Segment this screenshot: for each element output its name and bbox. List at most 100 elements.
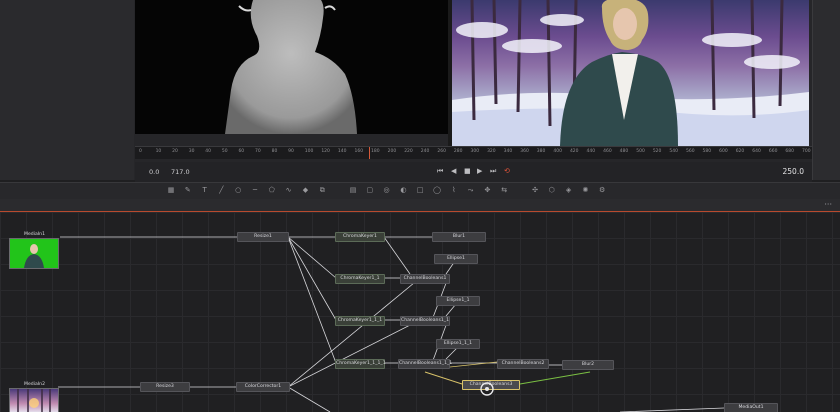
polygon-icon[interactable]: ⬠ [267,185,277,195]
circle-icon[interactable]: ○ [233,185,243,195]
merge-icon[interactable]: ⧉ [317,185,327,195]
panel-options-menu[interactable]: ··· [824,200,832,209]
forest-thumbnail-icon [17,389,51,412]
node-blur2[interactable]: Blur2 [562,360,614,370]
render-end-time[interactable]: 717.0 [171,168,190,176]
ruler-tick-label: 480 [619,149,629,154]
brush-icon[interactable]: ╱ [216,185,226,195]
ruler-tick-label: 680 [785,149,795,154]
node-chromakeyer1-1-1-1[interactable]: ChromaKeyer1_1_1_1 [335,359,386,369]
bg-icon[interactable]: ▦ [166,185,176,195]
node-panel-header: ··· [0,199,840,212]
node-channelbooleans1-1[interactable]: ChannelBooleans1_1 [400,316,450,326]
step-back-button[interactable]: ◀ [451,167,456,175]
rect-icon[interactable]: □ [415,185,425,195]
mediain1-label: MediaIn1 [24,232,45,237]
ruler-tick-label: 520 [652,149,662,154]
ruler-tick-label: 580 [702,149,712,154]
node-chromakeyer1[interactable]: ChromaKeyer1 [335,232,385,242]
light-icon[interactable]: ✺ [580,185,590,195]
bezier-icon[interactable]: ∿ [284,185,294,195]
cursor-icon [480,382,494,396]
ruler-tick-label: 660 [768,149,778,154]
ruler-tick-label: 50 [221,149,228,154]
current-frame[interactable]: 250.0 [783,167,804,176]
node-chromakeyer1-1[interactable]: ChromaKeyer1_1 [335,274,385,284]
node-resize3[interactable]: Resize3 [140,382,190,392]
node-blur1[interactable]: Blur1 [432,232,486,242]
ruler-tick-label: 320 [487,149,496,154]
ruler-tick-label: 360 [520,149,529,154]
ruler-tick-label: 620 [735,149,745,154]
node-channelbooleans1[interactable]: ChannelBooleans1 [400,274,450,284]
node-mediaout1[interactable]: MediaOut1 [724,403,778,412]
3d-icon[interactable]: ⬡ [547,185,557,195]
ruler-tick-label: 20 [172,149,178,154]
particle-icon[interactable]: ✣ [530,185,540,195]
start-time[interactable]: 0.0 [149,168,159,176]
node-channelbooleans1-1-1[interactable]: ChannelBooleans1_1_1 [398,359,452,369]
node-ellipse1-1-1[interactable]: Ellipse1_1_1 [436,339,480,349]
mediain1-thumbnail[interactable] [9,238,59,269]
line-icon[interactable]: ─ [250,185,260,195]
xspline-icon[interactable]: ⤳ [466,185,476,195]
node-channelbooleans2[interactable]: ChannelBooleans2 [497,359,549,369]
paint-icon[interactable]: ✎ [183,185,193,195]
playhead[interactable] [368,147,370,159]
ruler-tick-label: 500 [636,149,645,154]
ruler-tick-label: 700 [802,149,811,154]
tools-toolbar: ▦ ✎ T ╱ ○ ─ ⬠ ∿ ◆ ⧉ ▤ ▢ ◎ ◐ □ ◯ ⌇ ⤳ ✥ ⇆ ✣ ⬡ ◈ ✺ ⚙ [0,182,840,200]
ruler-tick-label: 180 [371,149,380,154]
timeline-ruler[interactable]: 0 10 20 30 40 50 60 70 80 90 100 120 140 160 180 200 220… [135,146,812,159]
ruler-tick-label: 140 [337,149,347,154]
camera-icon[interactable]: ◎ [382,185,392,195]
node-chromakeyer1-1-1[interactable]: ChromaKeyer1_1_1 [335,316,385,326]
mediain2-thumbnail[interactable] [9,388,59,412]
node-connections [58,236,725,412]
ruler-tick-label: 60 [238,149,245,154]
ruler-tick-label: 90 [288,149,294,154]
settings-icon[interactable]: ⚙ [597,185,607,195]
ruler-tick-label: 420 [569,149,579,154]
ellipse-icon[interactable]: ◯ [432,185,442,195]
ruler-tick-label: 560 [685,149,695,154]
viewer-right-composite[interactable] [452,0,809,146]
node-ellipse1-1[interactable]: Ellipse1_1 [436,296,480,306]
skip-start-button[interactable]: ⏮ [437,167,443,176]
ruler-tick-label: 240 [420,149,430,154]
ruler-tick-label: 600 [719,149,728,154]
ruler-tick-label: 540 [669,149,678,154]
node-editor[interactable]: MediaIn1 Resize1 ChromaKeyer1 Blur1 Elli… [0,212,840,412]
node-ellipse1[interactable]: Ellipse1 [434,254,478,264]
warp-icon[interactable]: ⇆ [499,185,509,195]
composite-forest-scene [452,0,809,146]
loop-button[interactable]: ⟲ [504,167,510,175]
screen-icon[interactable]: ▢ [365,185,375,195]
ruler-tick-label: 640 [752,149,761,154]
drop-icon[interactable]: ◆ [300,185,310,195]
play-button[interactable]: ▶ [477,167,482,175]
node-colorcorrector1[interactable]: ColorCorrector1 [236,382,290,392]
ruler-tick-label: 100 [304,149,314,154]
stop-button[interactable]: ■ [464,167,471,175]
viewer-left-alpha[interactable] [135,0,448,134]
skip-end-button[interactable]: ⏭ [490,167,496,176]
greenscreen-person-icon [24,244,44,268]
ruler-tick-label: 300 [470,149,480,154]
alpha-matte-silhouette [225,0,357,134]
ruler-tick-label: 30 [188,149,195,154]
text-icon[interactable]: T [200,185,210,195]
ruler-tick-label: 200 [387,149,397,154]
tracker-icon[interactable]: ✥ [482,185,492,195]
view-icon[interactable]: ◐ [398,185,408,195]
ruler-tick-label: 440 [586,149,596,154]
ruler-tick-label: 220 [404,149,413,154]
ruler-tick-label: 380 [536,149,546,154]
ruler-tick-label: 280 [453,149,463,154]
render-icon[interactable]: ◈ [564,185,574,195]
ruler-tick-label: 340 [503,149,513,154]
layers-icon[interactable]: ▤ [348,185,358,195]
polyline-icon[interactable]: ⌇ [449,185,459,195]
node-resize1[interactable]: Resize1 [237,232,289,242]
transport-bar: 0.0 717.0 ⏮ ◀ ■ ▶ ⏭ ⟲ 250.0 [135,162,812,182]
